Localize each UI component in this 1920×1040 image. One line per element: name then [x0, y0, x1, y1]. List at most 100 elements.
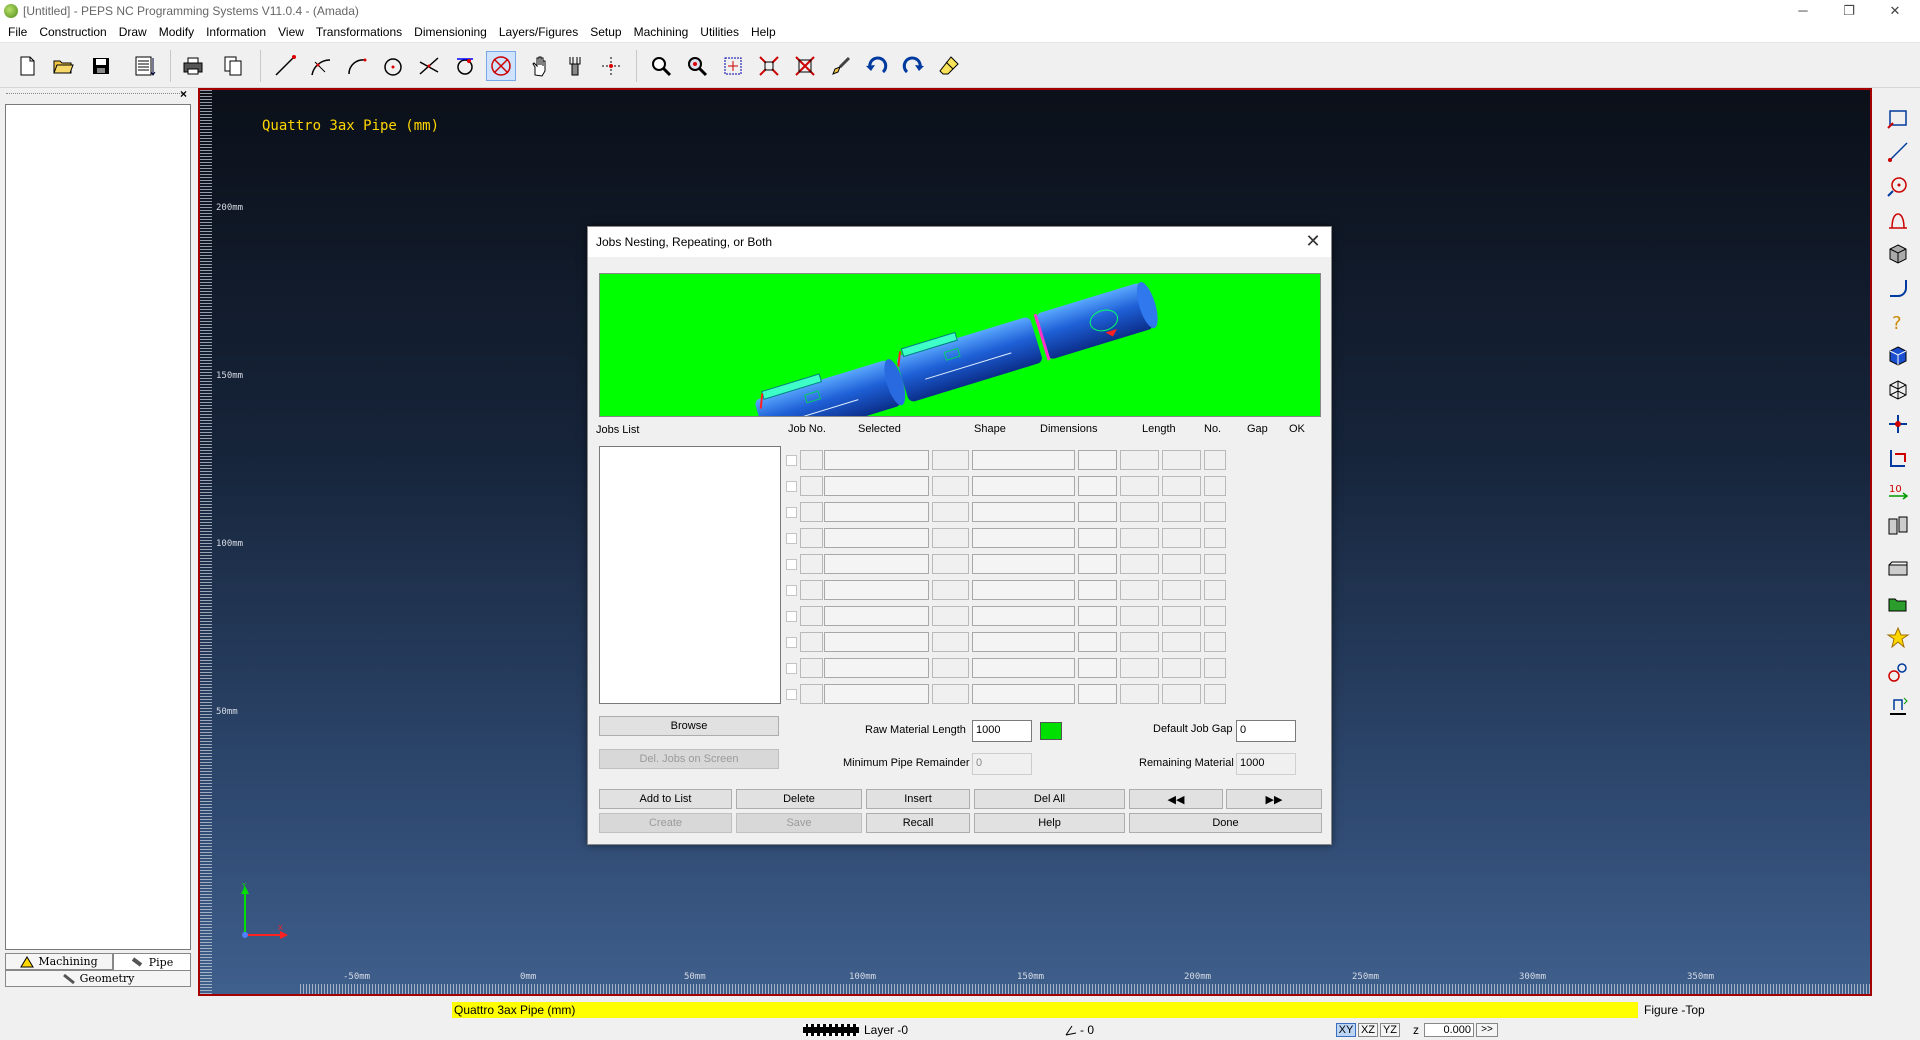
no-cell[interactable]: [1120, 476, 1159, 496]
selected-cell[interactable]: [824, 580, 929, 600]
gap-cell[interactable]: [1162, 606, 1201, 626]
job-no-cell[interactable]: [800, 528, 823, 548]
sequence-icon[interactable]: [1883, 443, 1913, 473]
minimize-button[interactable]: ─: [1780, 0, 1826, 22]
gap-cell[interactable]: [1162, 528, 1201, 548]
tab-machining[interactable]: Machining: [5, 953, 113, 970]
plane-yz-button[interactable]: YZ: [1380, 1023, 1400, 1037]
ok-cell[interactable]: [1204, 606, 1226, 626]
close-window-button[interactable]: ✕: [1872, 0, 1918, 22]
ok-cell[interactable]: [1204, 684, 1226, 704]
selected-cell[interactable]: [824, 528, 929, 548]
gap-cell[interactable]: [1162, 502, 1201, 522]
menu-setup[interactable]: Setup: [584, 22, 627, 42]
restore-button[interactable]: ❐: [1826, 0, 1872, 22]
new-file-icon[interactable]: [12, 51, 42, 81]
circle-icon[interactable]: [378, 51, 408, 81]
dialog-close-button[interactable]: ✕: [1302, 231, 1324, 253]
shape-cell[interactable]: [932, 684, 969, 704]
tangent-icon[interactable]: [450, 51, 480, 81]
ok-cell[interactable]: [1204, 476, 1226, 496]
dimensions-cell[interactable]: [972, 580, 1075, 600]
wire-cube-icon[interactable]: [1883, 375, 1913, 405]
next-button[interactable]: ▶▶: [1226, 789, 1322, 809]
job-no-cell[interactable]: [800, 476, 823, 496]
solid-cube-icon[interactable]: [1883, 341, 1913, 371]
selected-cell[interactable]: [824, 606, 929, 626]
redraw-icon[interactable]: [718, 51, 748, 81]
help-button[interactable]: Help: [974, 813, 1125, 833]
no-cell[interactable]: [1120, 554, 1159, 574]
export-icon[interactable]: [1883, 691, 1913, 721]
length-cell[interactable]: [1078, 606, 1117, 626]
no-cell[interactable]: [1120, 632, 1159, 652]
menu-modify[interactable]: Modify: [153, 22, 200, 42]
circle-point-icon[interactable]: [1883, 171, 1913, 201]
selected-cell[interactable]: [824, 450, 929, 470]
job-no-cell[interactable]: [800, 606, 823, 626]
jobs-list-box[interactable]: [599, 446, 781, 704]
no-cell[interactable]: [1120, 502, 1159, 522]
default-job-gap-input[interactable]: 0: [1236, 720, 1296, 742]
dimensions-cell[interactable]: [972, 502, 1075, 522]
row-checkbox[interactable]: [786, 507, 797, 518]
create-button[interactable]: Create: [599, 813, 732, 833]
row-checkbox[interactable]: [786, 637, 797, 648]
length-cell[interactable]: [1078, 502, 1117, 522]
menu-machining[interactable]: Machining: [628, 22, 695, 42]
min-pipe-remainder-input[interactable]: 0: [972, 753, 1032, 775]
no-cell[interactable]: [1120, 450, 1159, 470]
row-checkbox[interactable]: [786, 533, 797, 544]
raw-material-length-input[interactable]: 1000: [972, 720, 1032, 742]
row-checkbox[interactable]: [786, 455, 797, 466]
job-no-cell[interactable]: [800, 580, 823, 600]
menu-file[interactable]: File: [0, 22, 33, 42]
gap-cell[interactable]: [1162, 658, 1201, 678]
open-folder-icon[interactable]: [48, 51, 78, 81]
selected-cell[interactable]: [824, 502, 929, 522]
print-icon[interactable]: [178, 51, 208, 81]
tab-geometry[interactable]: Geometry: [5, 970, 191, 987]
gap-cell[interactable]: [1162, 684, 1201, 704]
hand-pan-icon[interactable]: [524, 51, 554, 81]
selected-cell[interactable]: [824, 658, 929, 678]
line-icon[interactable]: [270, 51, 300, 81]
transform-icon[interactable]: [1883, 409, 1913, 439]
ok-cell[interactable]: [1204, 450, 1226, 470]
save-button[interactable]: Save: [736, 813, 862, 833]
length-cell[interactable]: [1078, 476, 1117, 496]
shape-cell[interactable]: [932, 554, 969, 574]
redo-icon[interactable]: [898, 51, 928, 81]
row-checkbox[interactable]: [786, 559, 797, 570]
delete-button[interactable]: Delete: [736, 789, 862, 809]
profile-icon[interactable]: [1883, 205, 1913, 235]
copy-icon[interactable]: [218, 51, 248, 81]
del-all-button[interactable]: Del All: [974, 789, 1125, 809]
job-no-cell[interactable]: [800, 684, 823, 704]
z-value-input[interactable]: 0.000: [1424, 1023, 1474, 1037]
no-cell[interactable]: [1120, 580, 1159, 600]
gap-cell[interactable]: [1162, 450, 1201, 470]
ok-cell[interactable]: [1204, 658, 1226, 678]
folder-icon[interactable]: [1883, 589, 1913, 619]
browse-button[interactable]: Browse: [599, 716, 779, 736]
add-to-list-button[interactable]: Add to List: [599, 789, 732, 809]
intersection-icon[interactable]: [414, 51, 444, 81]
gap-cell[interactable]: [1162, 580, 1201, 600]
tree-view[interactable]: [5, 104, 191, 950]
job-no-cell[interactable]: [800, 658, 823, 678]
dimensions-cell[interactable]: [972, 476, 1075, 496]
selected-cell[interactable]: [824, 476, 929, 496]
zoom-window-icon[interactable]: [682, 51, 712, 81]
selected-cell[interactable]: [824, 684, 929, 704]
ok-cell[interactable]: [1204, 554, 1226, 574]
gap-cell[interactable]: [1162, 476, 1201, 496]
plane-xy-button[interactable]: XY: [1336, 1023, 1356, 1037]
brush-icon[interactable]: [826, 51, 856, 81]
length-cell[interactable]: [1078, 684, 1117, 704]
no-cell[interactable]: [1120, 684, 1159, 704]
ok-cell[interactable]: [1204, 528, 1226, 548]
length-cell[interactable]: [1078, 528, 1117, 548]
menu-construction[interactable]: Construction: [33, 22, 112, 42]
menu-view[interactable]: View: [272, 22, 310, 42]
